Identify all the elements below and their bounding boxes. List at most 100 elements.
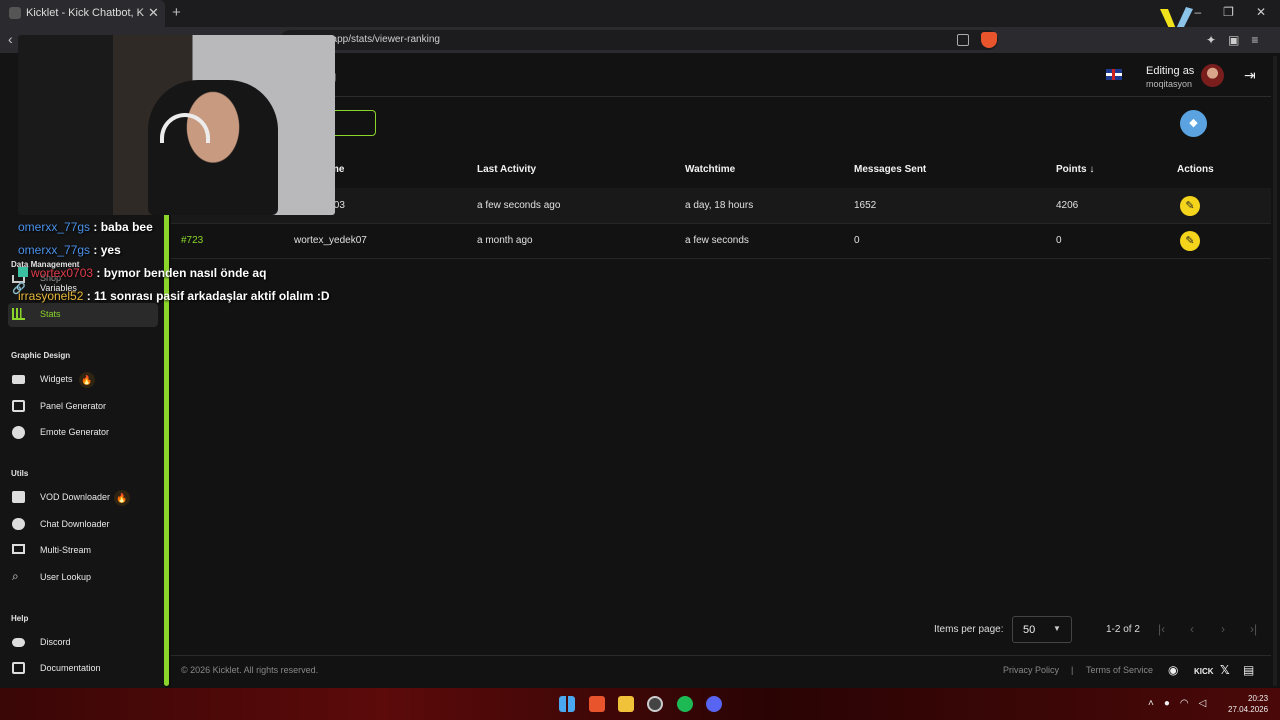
items-per-page-select[interactable]: 50 ▼ xyxy=(1012,616,1072,643)
chat-text: : 11 sonrası pasif arkadaşlar aktif olal… xyxy=(86,289,330,303)
chat-username: irrasyonel52 xyxy=(18,289,84,303)
brave-shield-icon[interactable] xyxy=(981,32,997,48)
file-explorer-icon[interactable] xyxy=(618,696,634,712)
x-icon[interactable]: 𝕏 xyxy=(1220,663,1230,677)
pencil-icon: ✎ xyxy=(1185,235,1195,247)
row-messages: 0 xyxy=(854,235,860,246)
document-icon xyxy=(12,662,25,674)
sidebar-item-chat-downloader[interactable]: Chat Downloader xyxy=(8,513,158,537)
minimize-icon[interactable]: – xyxy=(1194,5,1201,19)
previous-page-icon[interactable]: ‹ xyxy=(1190,622,1194,636)
chat-message: irrasyonel52 : 11 sonrası pasif arkadaşl… xyxy=(18,289,330,303)
chevron-up-icon[interactable]: ˄ xyxy=(1148,698,1154,709)
close-tab-icon[interactable]: ✕ xyxy=(148,5,159,21)
items-per-page-label: Items per page: xyxy=(934,624,1004,635)
new-tab-icon[interactable]: + xyxy=(172,4,181,21)
smiley-icon xyxy=(12,426,25,439)
chat-text: : yes xyxy=(93,243,121,257)
sidebar-item-user-lookup[interactable]: ⌕ User Lookup xyxy=(8,566,158,590)
sidebar-item-documentation[interactable]: Documentation xyxy=(8,657,158,681)
terms-of-service-link[interactable]: Terms of Service xyxy=(1086,665,1153,675)
row-divider xyxy=(171,258,1271,259)
clear-filter-button[interactable]: ◆ xyxy=(1180,110,1207,137)
row-last-activity: a month ago xyxy=(477,235,533,246)
sidebar-section-utils: Utils xyxy=(11,469,29,478)
obs-icon[interactable] xyxy=(647,696,663,712)
menu-icon[interactable]: ≡ xyxy=(1251,33,1258,47)
bar-chart-icon xyxy=(12,308,25,320)
chat-username: omerxx_77gs xyxy=(18,220,91,234)
main-content xyxy=(171,53,1280,688)
column-header-last-activity[interactable]: Last Activity xyxy=(477,164,536,175)
close-window-icon[interactable]: ✕ xyxy=(1256,5,1266,19)
footer-divider xyxy=(171,655,1271,656)
share-icon[interactable] xyxy=(957,34,969,46)
logout-icon[interactable]: ⇥ xyxy=(1244,67,1256,84)
footer-separator: | xyxy=(1071,665,1074,675)
windows-start-icon[interactable] xyxy=(559,696,575,712)
document-icon[interactable]: ▤ xyxy=(1243,663,1254,677)
clock-time: 20:23 xyxy=(1248,694,1269,703)
first-page-icon[interactable]: |‹ xyxy=(1158,622,1165,636)
dropdown-arrow-icon: ▼ xyxy=(1053,624,1061,633)
url-field[interactable]: t.app/stats/viewer-ranking xyxy=(280,30,998,50)
edit-button[interactable]: ✎ xyxy=(1180,196,1200,216)
eraser-icon: ◆ xyxy=(1189,117,1198,129)
window-controls: – ❐ ✕ xyxy=(1194,5,1266,19)
wifi-icon[interactable]: ◠ xyxy=(1180,698,1189,709)
column-header-messages-sent[interactable]: Messages Sent xyxy=(854,164,926,175)
sidebar-item-vod-downloader[interactable]: VOD Downloader 🔥 xyxy=(8,486,158,510)
row-username: wortex_yedek07 xyxy=(294,235,367,246)
volume-icon[interactable]: ◁ xyxy=(1199,698,1207,709)
chat-text: : bymor benden nasıl önde aq xyxy=(96,266,267,280)
sidebar-item-panel-generator[interactable]: Panel Generator xyxy=(8,395,158,419)
kicklet-favicon-icon xyxy=(9,7,21,19)
sidebar-item-discord[interactable]: Discord xyxy=(8,631,158,655)
sidebar-item-emote-generator[interactable]: Emote Generator xyxy=(8,421,158,445)
editing-as-label: Editing as xyxy=(1146,65,1195,77)
fire-icon: 🔥 xyxy=(114,490,130,506)
sidebar-item-multi-stream[interactable]: Multi-Stream xyxy=(8,539,158,563)
chat-message: omerxx_77gs : yes xyxy=(18,243,121,257)
sidebar-item-widgets[interactable]: Widgets 🔥 xyxy=(8,368,158,392)
system-tray: ˄ ● ◠ ◁ xyxy=(1148,698,1206,709)
privacy-policy-link[interactable]: Privacy Policy xyxy=(1003,665,1059,675)
browser-tab-bar: Kicklet - Kick Chatbot, Kick Widg ✕ + – … xyxy=(0,0,1280,35)
page-scrollbar[interactable] xyxy=(1273,56,1277,686)
next-page-icon[interactable]: › xyxy=(1221,622,1225,636)
brave-browser-icon[interactable] xyxy=(589,696,605,712)
browser-extension-icons: ✦ ▣ ≡ xyxy=(1206,33,1258,47)
last-page-icon[interactable]: ›| xyxy=(1250,622,1257,636)
discord-taskbar-icon[interactable] xyxy=(706,696,722,712)
row-points: 0 xyxy=(1056,235,1062,246)
chat-bubble-icon xyxy=(12,518,25,530)
chat-username: omerxx_77gs xyxy=(18,243,91,257)
spotify-icon[interactable] xyxy=(677,696,693,712)
streamer-figure xyxy=(148,80,278,215)
edit-button[interactable]: ✎ xyxy=(1180,231,1200,251)
sidebar-section-graphic-design: Graphic Design xyxy=(11,351,71,360)
avatar[interactable] xyxy=(1201,64,1224,87)
uk-flag-icon[interactable] xyxy=(1106,69,1122,80)
microphone-icon[interactable]: ● xyxy=(1164,698,1170,709)
monitor-icon xyxy=(12,544,25,554)
sidebar-item-stats[interactable]: Stats xyxy=(8,303,158,327)
discord-icon[interactable]: ◉ xyxy=(1168,663,1178,677)
extensions-icon[interactable]: ✦ xyxy=(1206,33,1216,47)
browser-tab[interactable]: Kicklet - Kick Chatbot, Kick Widg ✕ xyxy=(0,0,165,27)
kick-link[interactable]: KICK xyxy=(1194,667,1214,676)
system-clock[interactable]: 20:23 27.04.2026 xyxy=(1228,693,1268,715)
maximize-icon[interactable]: ❐ xyxy=(1223,5,1234,19)
column-header-actions: Actions xyxy=(1177,164,1214,175)
chat-message: wortex0703 : bymor benden nasıl önde aq xyxy=(18,266,266,280)
back-icon[interactable]: ‹ xyxy=(8,31,13,47)
sidebar-toggle-icon[interactable]: ▣ xyxy=(1228,33,1239,47)
row-rank[interactable]: #723 xyxy=(181,235,203,246)
chat-message: omerxx_77gs : baba bee xyxy=(18,220,153,234)
clapperboard-icon xyxy=(12,491,25,503)
windows-taskbar xyxy=(0,688,1280,720)
column-header-points[interactable]: Points ↓ xyxy=(1056,164,1094,175)
row-points: 4206 xyxy=(1056,200,1079,211)
header-divider xyxy=(171,96,1271,97)
column-header-watchtime[interactable]: Watchtime xyxy=(685,164,735,175)
